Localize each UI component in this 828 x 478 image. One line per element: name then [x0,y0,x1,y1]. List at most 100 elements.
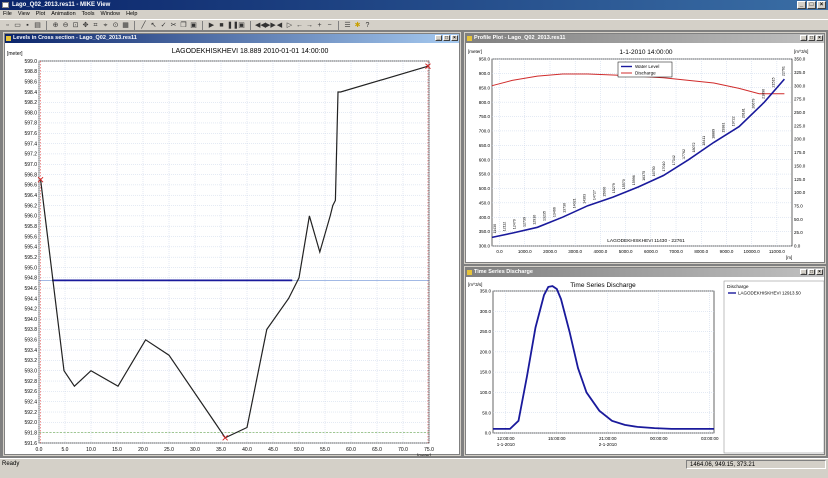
minimize-button[interactable]: _ [797,1,806,9]
play-icon[interactable]: ▶ [207,21,216,30]
maximize-button[interactable]: □ [807,1,816,9]
menu-window[interactable]: Window [101,10,121,19]
minimize-button[interactable]: _ [800,35,807,41]
window-controls: _ □ × [800,35,823,41]
line-tool-icon[interactable]: ╱ [139,21,148,30]
pause-icon[interactable]: ❚❚ [227,21,239,30]
menu-tools[interactable]: Tools [82,10,95,19]
profile-footer-label: LAGODEKHISKHEVI 11430 - 22761 [607,238,685,244]
chart-title: Time Series Discharge [570,282,636,289]
tip-bulb-icon[interactable]: ✱ [353,21,362,30]
cross-section-titlebar[interactable]: Levels in Cross section - Lago_Q02_2013.… [5,34,459,43]
profile-plot-titlebar[interactable]: Profile Plot - Lago_Q02_2013.res11 _ □ × [466,34,824,43]
close-button[interactable]: × [816,269,823,275]
zoom-in-icon[interactable]: ⊕ [51,21,60,30]
maximize-button[interactable]: □ [808,269,815,275]
y-tick-label: 598.8 [24,69,37,75]
y-tick-label: 597.0 [24,162,37,168]
x-tick-label: 21:00:00 [599,436,617,441]
y-left-tick-label: 300.0 [479,244,491,249]
check-icon[interactable]: ✓ [159,21,168,30]
copy-icon[interactable]: ❐ [179,21,188,30]
paste-icon[interactable]: ▣ [189,21,198,30]
x-tick-label: 40.0 [242,447,252,453]
legend-label-water-level: Water Level [635,64,659,69]
close-button[interactable]: × [451,35,458,41]
y-tick-label: 593.4 [24,348,37,354]
save-icon[interactable]: ▪ [23,21,32,30]
zoom-window-icon[interactable]: ⊡ [71,21,80,30]
chainage-label: 17762 [682,149,686,159]
open-folder-icon[interactable]: ▭ [13,21,22,30]
arrow-left-icon[interactable]: ← [295,21,304,30]
step-back-icon[interactable]: ◀ [275,21,284,30]
time-series-chart[interactable]: Time Series Discharge [m^3/s] 0.0 50.0 100.0… [466,277,826,456]
menu-plot[interactable]: Plot [36,10,45,19]
window-icon [6,36,11,41]
maximize-button[interactable]: □ [443,35,450,41]
close-button[interactable]: × [816,35,823,41]
y-tick-label: 592.2 [24,410,37,416]
cross-section-window[interactable]: Levels in Cross section - Lago_Q02_2013.… [3,32,461,456]
cut-icon[interactable]: ✂ [169,21,178,30]
query-icon[interactable]: ⊙ [111,21,120,30]
fast-forward-icon[interactable]: ▶▶ [265,21,276,30]
app-icon [2,2,9,8]
measure-icon[interactable]: ⌖ [101,21,110,30]
menu-view[interactable]: View [18,10,30,19]
cross-section-chart[interactable]: LAGODEKHISKHEVI 18.889 2010-01-01 14:00:… [5,43,461,456]
new-file-icon[interactable]: ▫ [3,21,12,30]
chainage-label: 15000 [602,187,606,197]
profile-plot-window[interactable]: Profile Plot - Lago_Q02_2013.res11 _ □ ×… [464,32,826,264]
maximize-button[interactable]: □ [808,35,815,41]
y-tick-label: 350.0 [480,289,492,294]
menu-animation[interactable]: Animation [51,10,75,19]
time-series-window[interactable]: Time Series Discharge _ □ × Time Series … [464,266,826,456]
print-icon[interactable]: ▤ [33,21,42,30]
menu-file[interactable]: File [3,10,12,19]
menu-help[interactable]: Help [126,10,137,19]
zoom-out-icon[interactable]: ⊖ [61,21,70,30]
chainage-label: 13235 [543,211,547,221]
zoom-extent-icon[interactable]: ⌗ [91,21,100,30]
chainage-label: 16375 [642,171,646,181]
close-button[interactable]: × [817,1,826,9]
profile-plot-chart[interactable]: 1-1-2010 14:00:00 [meter] [m^3/s] 0.0 1000.0… [466,43,826,264]
x-tick-label: 3000.0 [568,249,582,254]
arrow-right-icon[interactable]: → [305,21,314,30]
y-right-tick-label: 0.0 [794,244,801,249]
help-icon[interactable]: ? [363,21,372,30]
toolbar-separator [134,20,135,30]
options-icon[interactable]: ☰ [343,21,352,30]
stop-icon[interactable]: ■ [217,21,226,30]
y-right-tick-label: 125.0 [794,177,806,182]
chart-header: LAGODEKHISKHEVI 18.889 2010-01-01 14:00:… [172,48,329,55]
y-tick-label: 596.4 [24,193,37,199]
y-unit-label: [meter] [7,51,23,57]
y-tick-label: 250.0 [480,329,492,334]
minimize-button[interactable]: _ [800,269,807,275]
grid-icon[interactable]: ▦ [121,21,130,30]
window-controls: _ □ × [797,1,826,9]
chainage-label: 12739 [523,217,527,227]
time-series-titlebar[interactable]: Time Series Discharge _ □ × [466,268,824,277]
window-icon [467,36,472,41]
y-right-tick-label: 350.0 [794,57,806,62]
remove-icon[interactable]: − [325,21,334,30]
step-forward-icon[interactable]: ▷ [285,21,294,30]
chainage-label: 14727 [592,190,596,200]
add-icon[interactable]: + [315,21,324,30]
x-tick-label: 25.0 [164,447,174,453]
cursor-coordinates: 1464.06, 949.15, 373.21 [686,460,826,469]
y-tick-label: 598.0 [24,110,37,116]
y-tick-label: 598.6 [24,79,37,85]
record-icon[interactable]: ▣ [237,21,246,30]
y-tick-label: 598.4 [24,90,37,96]
minimize-button[interactable]: _ [435,35,442,41]
chainage-label: 11430 [493,224,497,234]
menu-bar: File View Plot Animation Tools Window He… [0,10,828,19]
rewind-icon[interactable]: ◀◀ [255,21,266,30]
select-icon[interactable]: ↖ [149,21,158,30]
pan-icon[interactable]: ✥ [81,21,90,30]
chainage-label: 18889 [712,129,716,139]
